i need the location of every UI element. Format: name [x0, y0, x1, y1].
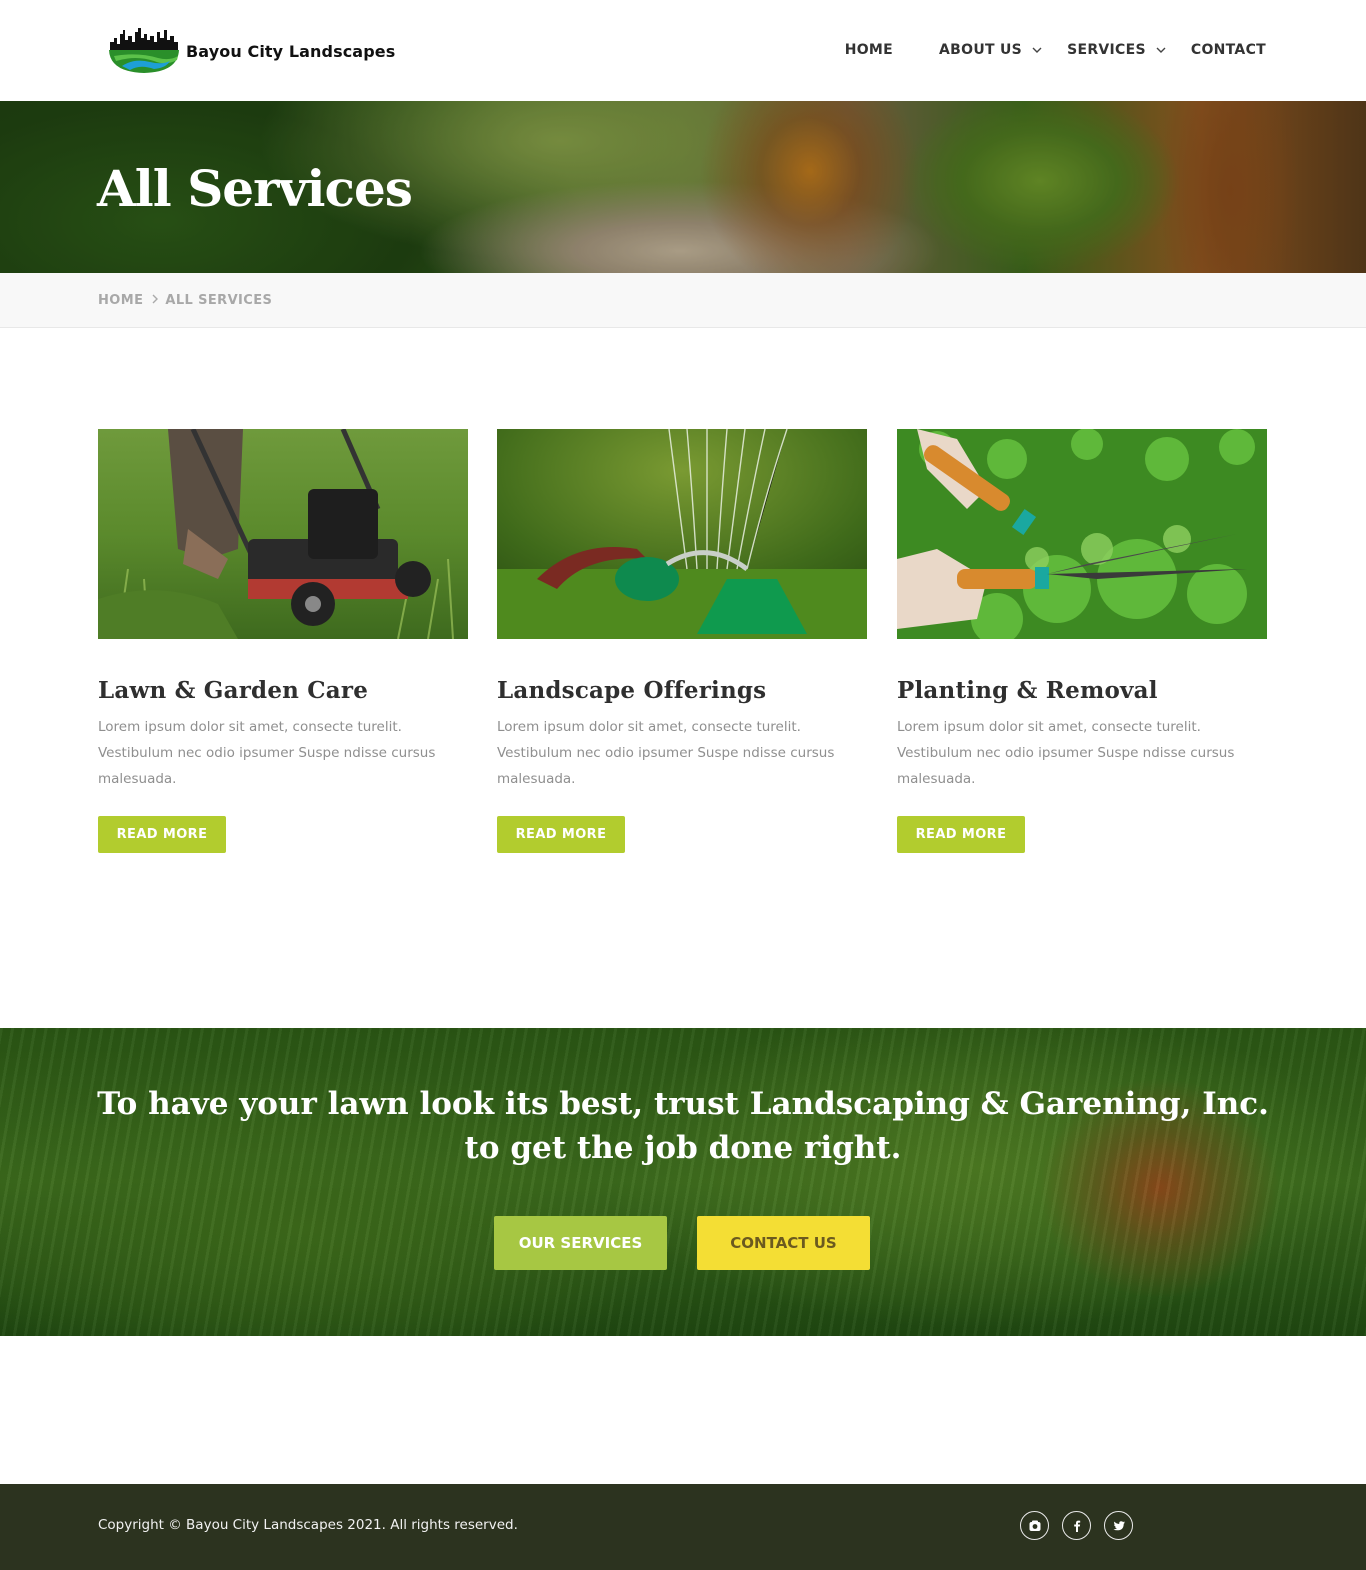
service-description: Lorem ipsum dolor sit amet, consecte tur… [98, 719, 436, 787]
cta-band: To have your lawn look its best, trust L… [0, 1028, 1366, 1336]
twitter-icon[interactable] [1104, 1511, 1133, 1540]
read-more-button[interactable]: READ MORE [497, 816, 625, 853]
copyright-text: Copyright © Bayou City Landscapes 2021. … [98, 1517, 518, 1533]
nav-contact-label: CONTACT [1190, 42, 1266, 58]
breadcrumb-home-link[interactable]: HOME [98, 293, 143, 308]
sprinkler-photo-icon[interactable] [497, 429, 867, 639]
read-more-button[interactable]: READ MORE [98, 816, 226, 853]
nav-about-us-label: ABOUT US [939, 42, 1023, 58]
service-description: Lorem ipsum dolor sit amet, consecte tur… [897, 719, 1235, 787]
service-card: Lawn & Garden Care Lorem ipsum dolor sit… [98, 429, 468, 853]
chevron-down-icon [1031, 44, 1043, 56]
read-more-button[interactable]: READ MORE [897, 816, 1025, 853]
service-description: Lorem ipsum dolor sit amet, consecte tur… [497, 719, 835, 787]
brand-name: Bayou City Landscapes [186, 41, 396, 61]
nav-home-label: HOME [844, 42, 894, 58]
service-card: Landscape Offerings Lorem ipsum dolor si… [497, 429, 867, 853]
instagram-icon[interactable] [1020, 1511, 1049, 1540]
site-footer: Copyright © Bayou City Landscapes 2021. … [0, 1484, 1366, 1570]
chevron-right-icon [151, 293, 159, 308]
facebook-icon[interactable] [1062, 1511, 1091, 1540]
social-links [1020, 1511, 1146, 1540]
logo[interactable]: Bayou City Landscapes [108, 28, 395, 74]
our-services-button[interactable]: OUR SERVICES [494, 1216, 667, 1270]
nav-services-label: SERVICES [1067, 42, 1146, 58]
breadcrumb-current: ALL SERVICES [165, 293, 273, 308]
service-title: Landscape Offerings [497, 677, 767, 704]
breadcrumb: HOME ALL SERVICES [0, 273, 1366, 328]
nav-about-us[interactable]: ABOUT US [939, 38, 1043, 62]
page-hero: All Services [0, 101, 1366, 273]
service-title: Planting & Removal [897, 677, 1158, 704]
main-nav: HOME ABOUT US SERVICES CONTACT [845, 38, 1266, 62]
nav-home[interactable]: HOME [845, 38, 893, 62]
nav-contact[interactable]: CONTACT [1191, 38, 1266, 62]
cta-heading: To have your lawn look its best, trust L… [97, 1086, 1269, 1166]
chevron-down-icon [1155, 44, 1167, 56]
hedge-shears-photo-icon[interactable] [897, 429, 1267, 639]
lawn-mower-photo-icon[interactable] [98, 429, 468, 639]
logo-mark-icon [108, 28, 180, 74]
site-header: Bayou City Landscapes HOME ABOUT US SERV… [0, 0, 1366, 101]
service-title: Lawn & Garden Care [98, 677, 369, 704]
nav-services[interactable]: SERVICES [1067, 38, 1167, 62]
service-card: Planting & Removal Lorem ipsum dolor sit… [897, 429, 1267, 853]
page-title: All Services [97, 159, 413, 218]
contact-us-button[interactable]: CONTACT US [697, 1216, 870, 1270]
